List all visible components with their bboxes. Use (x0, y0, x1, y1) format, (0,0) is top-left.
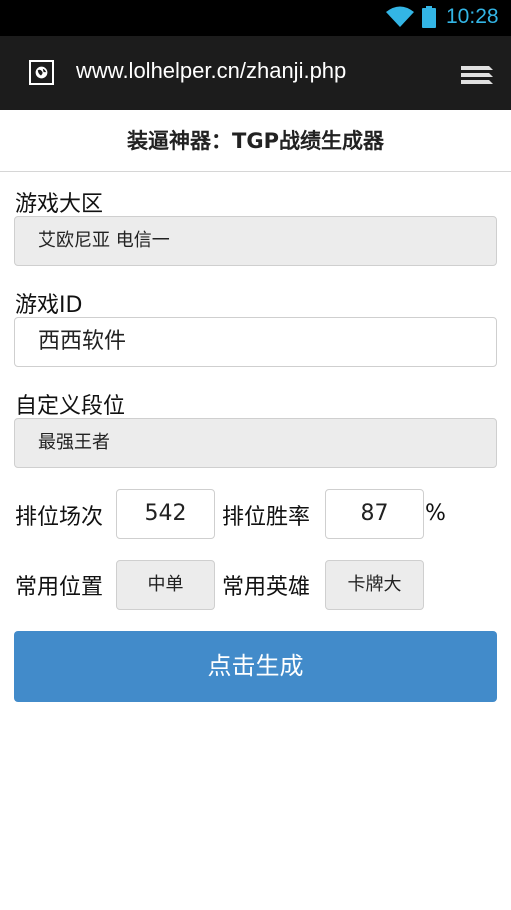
game-id-label: 游戏ID (15, 293, 83, 318)
position-label: 常用位置 (15, 575, 104, 600)
wifi-icon (386, 6, 414, 27)
menu-icon[interactable] (459, 60, 495, 88)
ranked-games-input[interactable]: 542 (116, 489, 215, 539)
hero-field[interactable]: 卡牌大 (325, 560, 424, 610)
url-text[interactable]: www.lolhelper.cn/zhanji.php (76, 58, 346, 84)
region-label: 游戏大区 (15, 192, 104, 217)
browser-url-bar: www.lolhelper.cn/zhanji.php (0, 36, 511, 110)
clock: 10:28 (446, 5, 499, 28)
region-field[interactable]: 艾欧尼亚 电信一 (14, 216, 497, 266)
site-icon[interactable] (29, 60, 54, 85)
win-rate-input[interactable]: 87 (325, 489, 424, 539)
battery-icon (422, 6, 436, 28)
status-bar: 10:28 (0, 0, 511, 36)
generate-button[interactable]: 点击生成 (14, 631, 497, 702)
position-field[interactable]: 中单 (116, 560, 215, 610)
rank-field[interactable]: 最强王者 (14, 418, 497, 468)
win-rate-unit: % (425, 501, 446, 526)
ranked-games-label: 排位场次 (15, 505, 104, 530)
win-rate-label: 排位胜率 (222, 505, 311, 530)
hero-label: 常用英雄 (222, 575, 311, 600)
game-id-input[interactable]: 西西软件 (14, 317, 497, 367)
rank-label: 自定义段位 (15, 394, 126, 419)
page-title: 装逼神器：TGP战绩生成器 (0, 110, 511, 172)
